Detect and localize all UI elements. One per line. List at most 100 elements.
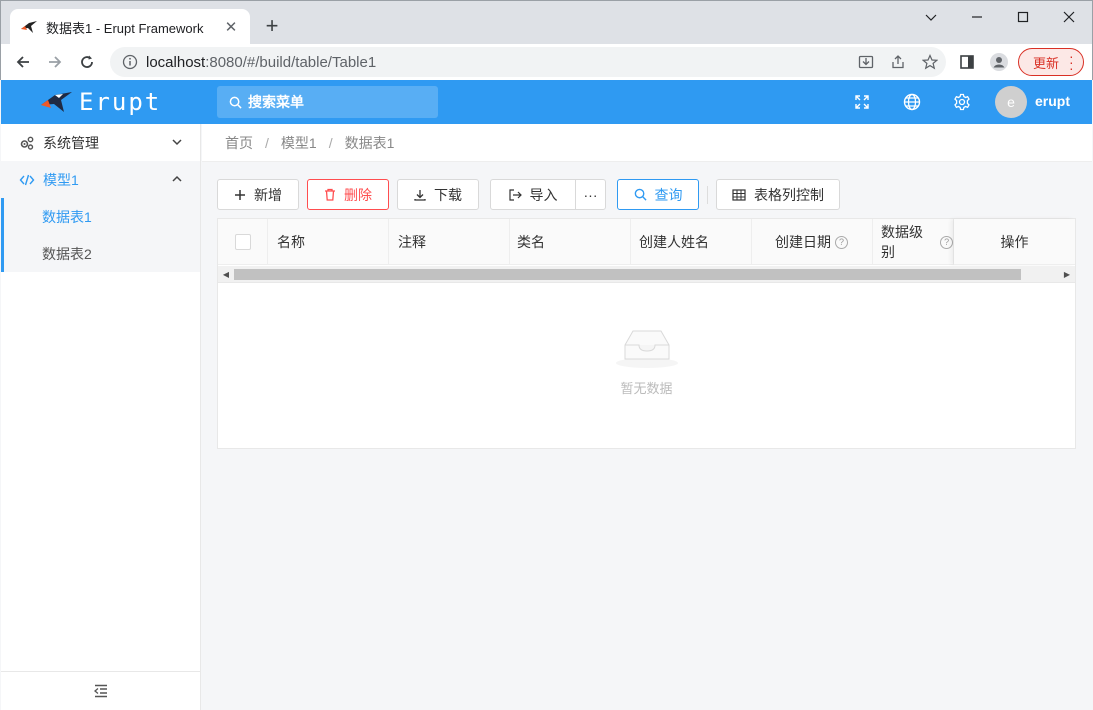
search-icon — [229, 96, 242, 109]
new-tab-icon[interactable]: + — [261, 13, 283, 39]
column-header-comment[interactable]: 注释 — [389, 219, 510, 265]
sidebar-item-table1[interactable]: 数据表1 — [4, 198, 200, 235]
browser-toolbar: localhost:8080/#/build/table/Table1 更新 ·… — [0, 44, 1093, 80]
table-header: 名称 注释 类名 创建人姓名 创建日期 ? 数据级别 ? 操作 — [218, 219, 1075, 265]
maximize-icon[interactable] — [1000, 5, 1046, 29]
share-icon[interactable] — [882, 47, 914, 77]
more-button[interactable]: ··· — [575, 179, 606, 210]
update-label: 更新 — [1033, 55, 1060, 71]
sidebar-item-system-management[interactable]: 系统管理 — [1, 124, 200, 161]
data-table: 名称 注释 类名 创建人姓名 创建日期 ? 数据级别 ? 操作 ◀ ▶ 暂无数据 — [217, 218, 1076, 449]
import-button[interactable]: 导入 — [490, 179, 576, 210]
more-icon: ··· — [583, 186, 598, 203]
column-header-class-name[interactable]: 类名 — [510, 219, 631, 265]
logo[interactable]: Erupt — [1, 80, 201, 124]
breadcrumb-current: 数据表1 — [344, 134, 395, 151]
tab-title: 数据表1 - Erupt Framework — [46, 20, 204, 36]
column-header-name[interactable]: 名称 — [268, 219, 389, 265]
gears-icon — [19, 135, 35, 151]
code-icon — [19, 172, 35, 188]
column-header-actions: 操作 — [954, 219, 1075, 265]
update-button[interactable]: 更新 · · · — [1018, 48, 1084, 76]
browser-tab[interactable]: 数据表1 - Erupt Framework ✕ — [10, 9, 250, 45]
sidebar-item-label: 模型1 — [43, 171, 79, 188]
bookmark-star-icon[interactable] — [914, 47, 946, 77]
column-control-label: 表格列控制 — [754, 186, 824, 203]
horizontal-scrollbar[interactable]: ◀ ▶ — [218, 266, 1075, 283]
select-all-checkbox-cell — [218, 219, 268, 265]
menu-search-input[interactable]: 搜索菜单 — [217, 86, 438, 118]
add-button[interactable]: 新增 — [217, 179, 299, 210]
chevron-down-icon — [172, 139, 182, 146]
help-question-icon[interactable]: ? — [940, 235, 953, 249]
search-placeholder: 搜索菜单 — [248, 94, 304, 110]
breadcrumb-model1[interactable]: 模型1 — [281, 133, 317, 153]
sidebar-item-model1[interactable]: 模型1 — [1, 161, 200, 198]
scrollbar-thumb[interactable] — [234, 269, 1021, 280]
reload-icon[interactable] — [73, 48, 101, 76]
erupt-favicon-icon — [21, 21, 37, 33]
url-path: :8080/#/build/table/Table1 — [205, 53, 377, 71]
avatar[interactable]: e — [995, 86, 1027, 118]
breadcrumb-separator: / — [328, 134, 333, 151]
import-icon — [508, 188, 522, 201]
settings-gear-icon[interactable] — [950, 90, 974, 114]
select-all-checkbox[interactable] — [234, 234, 251, 250]
trash-icon — [324, 188, 336, 201]
download-button[interactable]: 下载 — [397, 179, 479, 210]
breadcrumb-separator: / — [265, 134, 269, 151]
delete-button[interactable]: 删除 — [307, 179, 389, 210]
install-app-icon[interactable] — [850, 47, 882, 77]
search-icon — [634, 188, 647, 201]
minimize-icon[interactable] — [908, 5, 954, 29]
download-icon — [414, 189, 426, 201]
plus-icon — [234, 189, 246, 201]
import-label: 导入 — [529, 186, 558, 203]
scroll-left-icon[interactable]: ◀ — [220, 269, 232, 280]
profile-icon[interactable] — [985, 48, 1013, 76]
delete-label: 删除 — [344, 186, 372, 203]
query-label: 查询 — [654, 186, 683, 203]
browser-menu-icon[interactable]: · · · — [1069, 49, 1074, 75]
side-panel-icon[interactable] — [953, 48, 981, 76]
toolbar-divider — [707, 186, 708, 204]
column-header-data-level[interactable]: 数据级别 ? — [873, 219, 954, 265]
window-minimize-icon[interactable] — [954, 5, 1000, 29]
browser-tab-strip: 数据表1 - Erupt Framework ✕ + — [0, 0, 1093, 45]
site-info-icon[interactable] — [122, 54, 138, 70]
add-label: 新增 — [254, 186, 282, 203]
table-icon — [732, 188, 746, 201]
address-bar[interactable]: localhost:8080/#/build/table/Table1 — [110, 47, 946, 77]
tab-close-icon[interactable]: ✕ — [222, 18, 240, 36]
erupt-logo-icon — [41, 92, 72, 112]
sidebar-submenu-model1: 数据表1 数据表2 — [1, 198, 200, 272]
query-button[interactable]: 查询 — [617, 179, 699, 210]
close-window-icon[interactable] — [1046, 5, 1092, 29]
breadcrumb-home[interactable]: 首页 — [225, 133, 253, 153]
forward-icon[interactable] — [41, 48, 69, 76]
column-header-label: 创建日期 — [775, 234, 831, 250]
app-header: Erupt 搜索菜单 e erupt — [1, 80, 1092, 124]
sidebar-item-label: 系统管理 — [43, 134, 99, 151]
chevron-up-icon — [172, 175, 182, 182]
empty-state: 暂无数据 — [218, 325, 1075, 397]
breadcrumb: 首页 / 模型1 / 数据表1 — [202, 124, 1092, 162]
scroll-right-icon[interactable]: ▶ — [1061, 269, 1073, 280]
collapse-sidebar-icon[interactable] — [1, 671, 200, 710]
column-header-label: 数据级别 — [881, 224, 923, 260]
language-globe-icon[interactable] — [900, 90, 924, 114]
username[interactable]: erupt — [1035, 93, 1070, 109]
sidebar-item-table2[interactable]: 数据表2 — [4, 235, 200, 272]
fullscreen-icon[interactable] — [850, 90, 874, 114]
column-header-create-date[interactable]: 创建日期 ? — [752, 219, 873, 265]
column-header-creator-name[interactable]: 创建人姓名 — [631, 219, 752, 265]
url-host: localhost — [146, 53, 206, 71]
url-text: localhost:8080/#/build/table/Table1 — [146, 54, 850, 71]
download-label: 下载 — [434, 186, 462, 203]
help-question-icon[interactable]: ? — [835, 235, 848, 249]
back-icon[interactable] — [9, 48, 37, 76]
logo-text: Erupt — [79, 88, 162, 116]
column-control-button[interactable]: 表格列控制 — [716, 179, 840, 210]
empty-inbox-icon — [615, 330, 678, 368]
sidebar: 系统管理 模型1 数据表1 数据表2 — [1, 124, 201, 710]
